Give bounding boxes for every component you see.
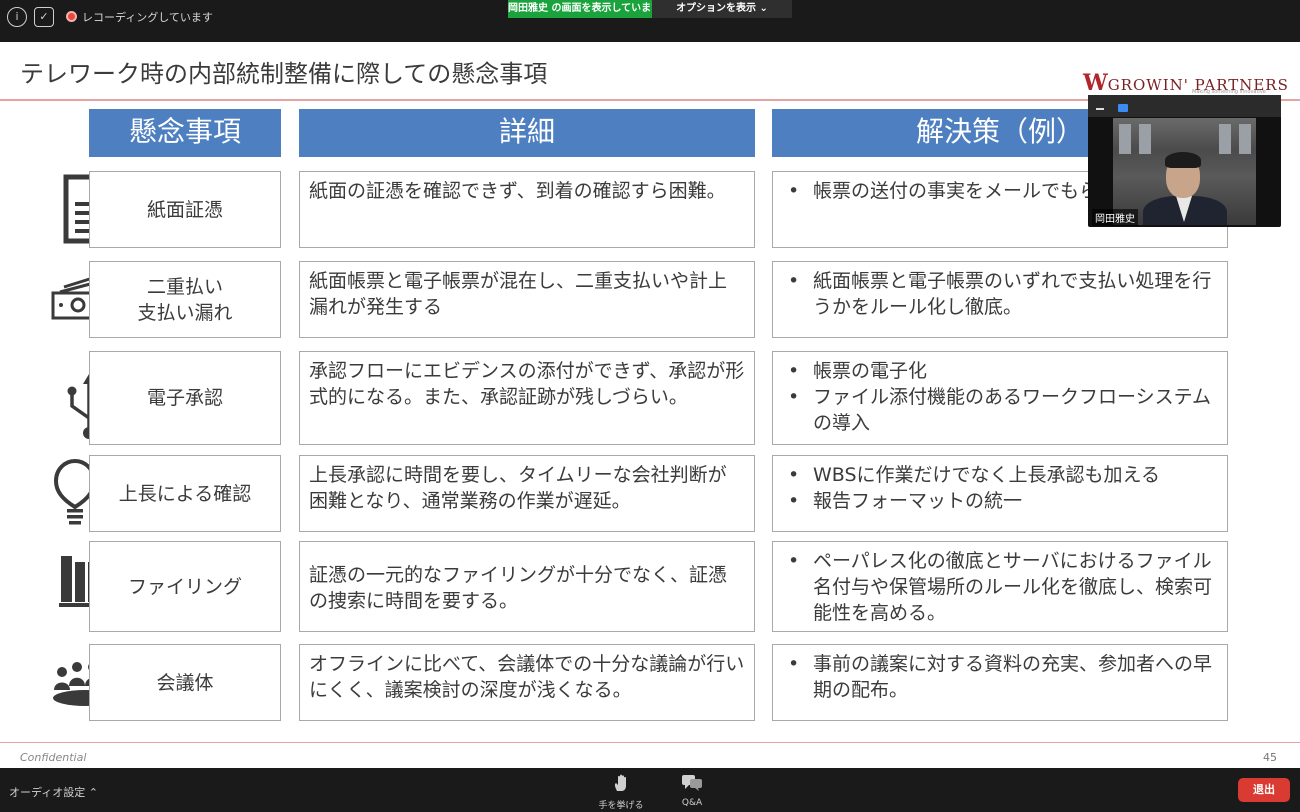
- meeting-bottom-toolbar: オーディオ設定 ⌃ 手を挙げる Q&A 退出: [0, 768, 1300, 812]
- confidential-label: Confidential: [20, 751, 87, 764]
- page-number: 45: [1263, 751, 1277, 764]
- solution-item: ファイル添付機能のあるワークフローシステムの導入: [781, 384, 1219, 436]
- concern-cell: ファイリング: [89, 541, 281, 632]
- qa-label: Q&A: [681, 798, 703, 808]
- raise-hand-label: 手を挙げる: [598, 801, 644, 811]
- video-view-icon[interactable]: [1118, 104, 1128, 112]
- solution-cell: 事前の議案に対する資料の充実、参加者への早期の配布。: [772, 644, 1228, 721]
- detail-cell: 証憑の一元的なファイリングが十分でなく、証憑の捜索に時間を要する。: [299, 541, 755, 632]
- background-window: [1239, 124, 1251, 154]
- detail-cell: 紙面帳票と電子帳票が混在し、二重支払いや計上漏れが発生する: [299, 261, 755, 338]
- background-window: [1119, 124, 1131, 154]
- solution-cell: 帳票の電子化ファイル添付機能のあるワークフローシステムの導入: [772, 351, 1228, 445]
- video-tile-bar: [1088, 95, 1281, 117]
- hand-icon: [614, 774, 626, 791]
- participant-name-label: 岡田雅史: [1092, 209, 1138, 226]
- background-window: [1219, 124, 1231, 154]
- audio-settings-button[interactable]: オーディオ設定 ⌃: [9, 784, 98, 800]
- participant-hair: [1165, 152, 1201, 168]
- footer-divider: [0, 742, 1300, 743]
- header-detail: 詳細: [299, 109, 755, 157]
- solution-cell: 紙面帳票と電子帳票のいずれで支払い処理を行うかをルール化し徹底。: [772, 261, 1228, 338]
- detail-cell: オフラインに比べて、会議体での十分な議論が行いにくく、議案検討の深度が浅くなる。: [299, 644, 755, 721]
- concern-cell: 二重払い 支払い漏れ: [89, 261, 281, 338]
- background-window: [1139, 124, 1151, 154]
- solution-item: 帳票の電子化: [781, 358, 1219, 384]
- concern-cell: 電子承認: [89, 351, 281, 445]
- solution-item: ペーパレス化の徹底とサーバにおけるファイル名付与や保管場所のルール化を徹底し、検…: [781, 548, 1219, 626]
- chevron-down-icon: ⌄: [759, 3, 768, 14]
- meeting-top-bar: i ✓ レコーディングしています 岡田雅史 の画面を表示しています オプションを…: [0, 0, 1300, 34]
- solution-item: 紙面帳票と電子帳票のいずれで支払い処理を行うかをルール化し徹底。: [781, 268, 1219, 320]
- view-options-button[interactable]: オプションを表示 ⌄: [652, 0, 792, 18]
- solution-cell: ペーパレス化の徹底とサーバにおけるファイル名付与や保管場所のルール化を徹底し、検…: [772, 541, 1228, 632]
- raise-hand-button[interactable]: 手を挙げる: [596, 774, 646, 811]
- minimize-icon[interactable]: [1096, 108, 1104, 110]
- qa-button[interactable]: Q&A: [672, 774, 712, 808]
- chevron-up-icon: ⌃: [88, 786, 98, 799]
- participant-video-tile[interactable]: 岡田雅史: [1088, 95, 1281, 227]
- recording-label: レコーディングしています: [82, 11, 213, 24]
- screen-share-banner: 岡田雅史 の画面を表示しています: [508, 0, 661, 18]
- detail-cell: 承認フローにエビデンスの添付ができず、承認が形式的になる。また、承認証跡が残しづ…: [299, 351, 755, 445]
- detail-cell: 紙面の証憑を確認できず、到着の確認すら困難。: [299, 171, 755, 248]
- recording-icon: [66, 11, 77, 22]
- concern-cell: 紙面証憑: [89, 171, 281, 248]
- qa-chat-icon: [682, 775, 702, 791]
- header-concern: 懸念事項: [89, 109, 281, 157]
- security-shield-icon[interactable]: ✓: [34, 7, 54, 27]
- concern-cell: 上長による確認: [89, 455, 281, 532]
- logo-mark: W: [1083, 70, 1108, 96]
- concern-cell: 会議体: [89, 644, 281, 721]
- solution-item: 報告フォーマットの統一: [781, 488, 1219, 514]
- solution-cell: WBSに作業だけでなく上長承認も加える報告フォーマットの統一: [772, 455, 1228, 532]
- audio-settings-label: オーディオ設定: [9, 786, 86, 799]
- solution-item: 事前の議案に対する資料の充実、参加者への早期の配布。: [781, 651, 1219, 703]
- view-options-label: オプションを表示: [676, 3, 757, 14]
- slide-title: テレワーク時の内部統制整備に際しての懸念事項: [20, 60, 548, 88]
- solution-item: WBSに作業だけでなく上長承認も加える: [781, 462, 1219, 488]
- info-icon[interactable]: i: [7, 7, 27, 27]
- detail-cell: 上長承認に時間を要し、タイムリーな会社判断が困難となり、通常業務の作業が遅延。: [299, 455, 755, 532]
- leave-button[interactable]: 退出: [1238, 778, 1290, 802]
- detail-text: 証憑の一元的なファイリングが十分でなく、証憑の捜索に時間を要する。: [309, 564, 728, 612]
